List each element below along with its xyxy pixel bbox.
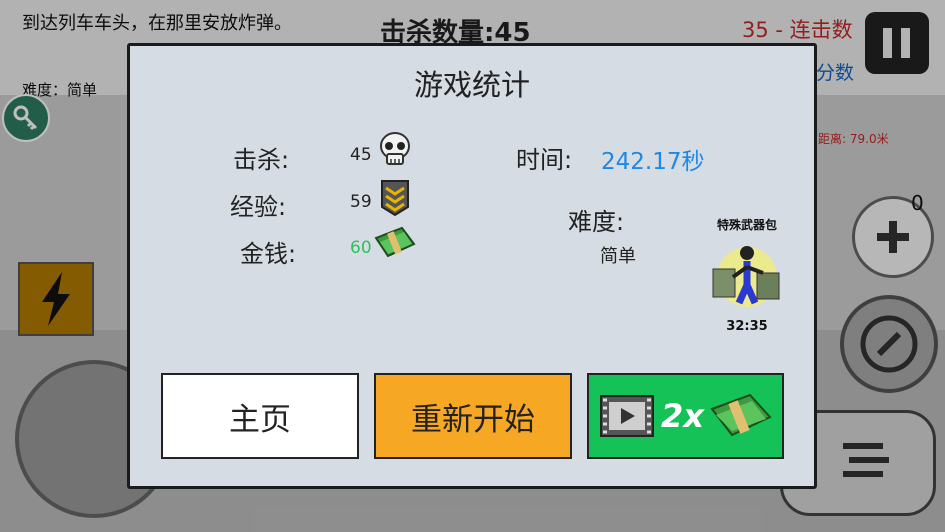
soldier-pack-icon [712, 246, 780, 307]
difficulty-value: 简单 [600, 246, 636, 267]
time-label: 时间: [516, 146, 573, 174]
dialog-title: 游戏统计 [413, 68, 530, 102]
game-stats-dialog: 游戏统计 击杀: 45 经验: 59 金钱: 60 时间: 242.17秒 难度… [127, 43, 817, 489]
skull-icon [380, 132, 410, 165]
home-button-label: 主页 [229, 401, 291, 438]
restart-button[interactable]: 重新开始 [374, 373, 572, 459]
xp-label: 经验: [230, 193, 287, 221]
restart-button-label: 重新开始 [411, 401, 535, 438]
difficulty-label: 难度: [568, 208, 625, 236]
home-button[interactable]: 主页 [161, 373, 359, 459]
special-weapon-pack[interactable]: 特殊武器包 32:35 [704, 216, 790, 334]
money-icon [374, 226, 416, 258]
time-value: 242.17秒 [601, 149, 705, 175]
kills-label: 击杀: [233, 146, 290, 174]
video-icon [600, 395, 655, 437]
pack-title: 特殊武器包 [716, 218, 777, 232]
double-multiplier: 2x [661, 397, 704, 435]
double-reward-video-button[interactable]: 2x [587, 373, 784, 459]
money-label: 金钱: [240, 240, 297, 268]
pack-timer: 32:35 [726, 319, 768, 334]
money-value: 60 [350, 238, 372, 258]
xp-value: 59 [350, 192, 372, 212]
rank-chevron-icon [381, 180, 409, 217]
kills-value: 45 [350, 145, 372, 165]
money-stack-icon [710, 393, 772, 437]
